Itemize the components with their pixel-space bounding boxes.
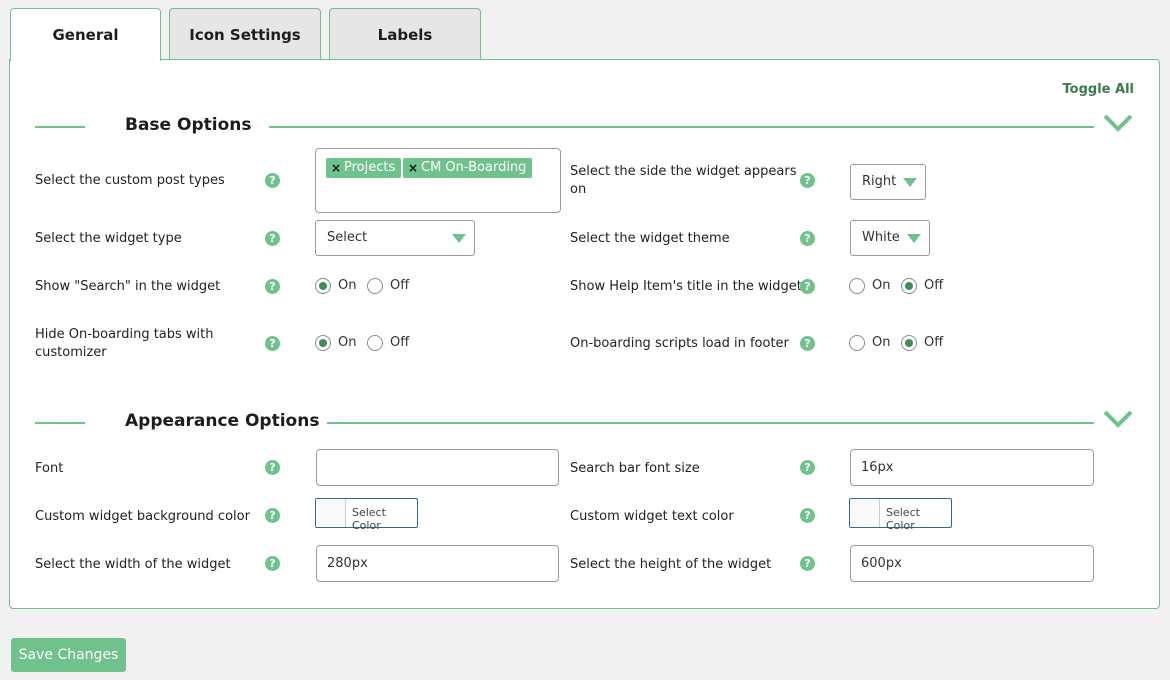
help-icon[interactable]: ? [800, 556, 815, 571]
text-color-label: Custom widget text color [570, 509, 734, 524]
divider [35, 422, 85, 424]
radio-off-label: Off [924, 335, 944, 350]
tag-cm-onboarding: × CM On-Boarding [403, 158, 533, 178]
help-icon[interactable]: ? [265, 508, 280, 523]
hide-tabs-label: Hide On-boarding tabs with customizer [35, 327, 214, 360]
show-search-radio-group: On Off [315, 278, 435, 296]
color-swatch [850, 499, 880, 527]
scripts-footer-on-radio[interactable] [849, 335, 865, 351]
radio-on-label: On [338, 335, 357, 350]
search-font-size-label: Search bar font size [570, 461, 700, 476]
radio-on-label: On [872, 335, 891, 350]
select-value: White [862, 230, 900, 245]
hide-tabs-radio-group: On Off [315, 335, 435, 353]
radio-off-label: Off [390, 335, 410, 350]
chevron-down-icon[interactable] [1102, 407, 1134, 431]
appearance-options-header: Appearance Options [35, 407, 1134, 437]
show-help-title-radio-group: On Off [849, 278, 969, 296]
post-types-multiselect[interactable]: × Projects × CM On-Boarding [315, 148, 561, 213]
general-settings-panel: Toggle All Base Options Select the custo… [9, 59, 1160, 609]
select-value: Select [327, 230, 368, 245]
divider [269, 126, 1094, 128]
select-color-label: Select Color [352, 506, 386, 532]
widget-height-input[interactable]: 600px [850, 545, 1094, 582]
bg-color-label: Custom widget background color [35, 509, 250, 524]
help-icon[interactable]: ? [265, 336, 280, 351]
hide-tabs-off-radio[interactable] [367, 335, 383, 351]
widget-side-label: Select the side the widget appears on [570, 164, 797, 197]
scripts-footer-off-radio[interactable] [901, 335, 917, 351]
help-icon[interactable]: ? [265, 173, 280, 188]
widget-theme-select[interactable]: White [850, 220, 930, 256]
divider [327, 422, 1094, 424]
widget-side-select[interactable]: Right [850, 164, 926, 200]
help-icon[interactable]: ? [800, 460, 815, 475]
tab-general[interactable]: General [10, 8, 161, 61]
font-input[interactable] [316, 449, 559, 486]
show-search-on-radio[interactable] [315, 278, 331, 294]
tag-label: Projects [344, 160, 396, 175]
help-icon[interactable]: ? [800, 336, 815, 351]
help-icon[interactable]: ? [800, 508, 815, 523]
help-icon[interactable]: ? [800, 173, 815, 188]
select-color-label: Select Color [886, 506, 920, 532]
remove-tag-icon[interactable]: × [331, 158, 341, 178]
base-options-title: Base Options [125, 115, 252, 135]
chevron-down-icon[interactable] [1102, 111, 1134, 135]
help-icon[interactable]: ? [800, 231, 815, 246]
scripts-footer-radio-group: On Off [849, 335, 969, 353]
text-color-picker[interactable]: Select Color [849, 498, 952, 532]
width-label: Select the width of the widget [35, 557, 231, 572]
scripts-footer-label: On-boarding scripts load in footer [570, 336, 789, 351]
radio-off-label: Off [924, 278, 944, 293]
toggle-all-link[interactable]: Toggle All [1063, 82, 1134, 97]
post-types-label: Select the custom post types [35, 173, 225, 188]
radio-off-label: Off [390, 278, 410, 293]
widget-type-select[interactable]: Select [315, 220, 475, 256]
dropdown-caret-icon [903, 178, 917, 187]
radio-on-label: On [872, 278, 891, 293]
help-icon[interactable]: ? [265, 556, 280, 571]
help-icon[interactable]: ? [265, 460, 280, 475]
divider [35, 126, 85, 128]
height-label: Select the height of the widget [570, 557, 772, 572]
widget-width-input[interactable]: 280px [316, 545, 559, 582]
tag-label: CM On-Boarding [421, 160, 527, 175]
tab-labels[interactable]: Labels [329, 8, 481, 60]
help-icon[interactable]: ? [265, 279, 280, 294]
radio-on-label: On [338, 278, 357, 293]
show-help-title-on-radio[interactable] [849, 278, 865, 294]
search-font-size-input[interactable]: 16px [850, 449, 1094, 486]
widget-type-label: Select the widget type [35, 231, 182, 246]
help-icon[interactable]: ? [800, 279, 815, 294]
hide-tabs-on-radio[interactable] [315, 335, 331, 351]
show-search-label: Show "Search" in the widget [35, 279, 221, 294]
select-value: Right [862, 174, 897, 189]
appearance-options-title: Appearance Options [125, 411, 320, 431]
base-options-header: Base Options [35, 111, 1134, 141]
dropdown-caret-icon [907, 234, 921, 243]
widget-theme-label: Select the widget theme [570, 231, 730, 246]
bg-color-picker[interactable]: Select Color [315, 498, 418, 532]
tag-projects: × Projects [326, 158, 402, 178]
show-help-title-label: Show Help Item's title in the widget [570, 279, 802, 294]
color-swatch [316, 499, 346, 527]
tab-icon-settings[interactable]: Icon Settings [169, 8, 321, 60]
remove-tag-icon[interactable]: × [408, 158, 418, 178]
dropdown-caret-icon [452, 234, 466, 243]
save-changes-button[interactable]: Save Changes [11, 638, 126, 672]
font-label: Font [35, 461, 64, 476]
show-search-off-radio[interactable] [367, 278, 383, 294]
show-help-title-off-radio[interactable] [901, 278, 917, 294]
help-icon[interactable]: ? [265, 231, 280, 246]
